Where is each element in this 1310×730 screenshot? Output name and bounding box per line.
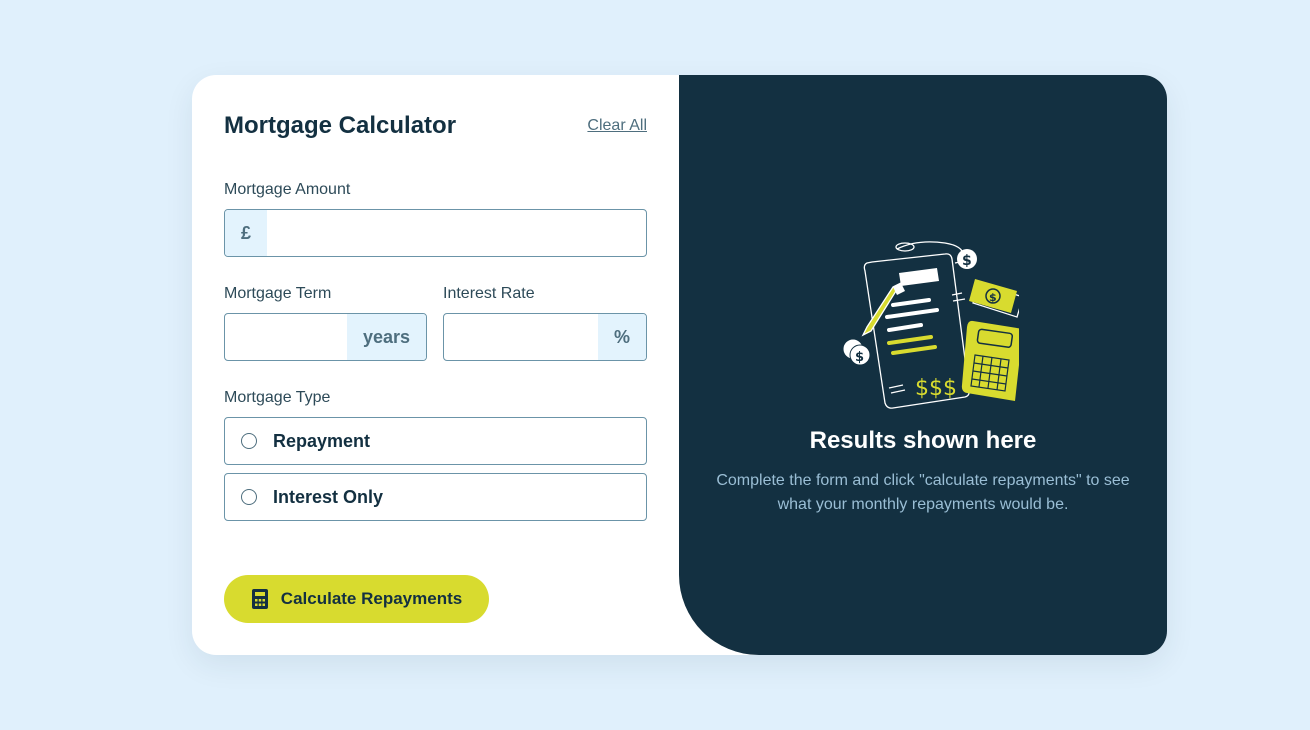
svg-text:$: $ [989,291,997,304]
calculator-form: Mortgage Calculator Clear All Mortgage A… [192,75,679,655]
currency-prefix: £ [225,210,268,256]
mortgage-term-group: Mortgage Term years [224,285,427,361]
calculate-repayments-label: Calculate Repayments [280,589,463,608]
svg-text:$$$: $$$ [915,376,957,401]
results-description: Complete the form and click "calculate r… [716,472,1130,513]
radio-circle-icon[interactable] [241,489,257,505]
mortgage-term-wrapper: years [224,313,427,361]
radio-label-repayment: Repayment [273,430,371,451]
mortgage-type-label: Mortgage Type [224,389,331,406]
interest-rate-input[interactable] [444,314,598,360]
clear-all-button[interactable]: Clear All [587,117,647,135]
mortgage-calculator-card: Mortgage Calculator Clear All Mortgage A… [192,75,1167,655]
interest-rate-group: Interest Rate % [443,285,647,361]
mortgage-amount-wrapper: £ [224,209,647,257]
form-header: Mortgage Calculator Clear All [224,108,647,144]
mortgage-amount-label: Mortgage Amount [224,181,351,198]
page-title: Mortgage Calculator [224,112,457,139]
calculate-repayments-button[interactable]: Calculate Repayments [224,575,489,623]
empty-results-illustration: $$$ $ $ $ [842,241,1019,409]
radio-circle-icon[interactable] [241,433,257,449]
radio-label-interest-only: Interest Only [273,486,384,507]
calculator-icon [251,588,269,610]
years-suffix: years [346,314,426,360]
interest-rate-label: Interest Rate [443,285,535,302]
percent-suffix: % [597,314,646,360]
results-title: Results shown here [809,427,1037,454]
svg-text:$: $ [855,350,864,365]
mortgage-type-group: Mortgage Type Repayment Interest Only [224,389,647,529]
mortgage-term-input[interactable] [225,314,347,360]
radio-option-interest-only[interactable]: Interest Only [224,473,647,521]
mortgage-term-label: Mortgage Term [224,285,332,302]
radio-option-repayment[interactable]: Repayment [224,417,647,465]
svg-text:$: $ [962,253,972,269]
mortgage-amount-group: Mortgage Amount £ [224,181,647,257]
results-panel: $$$ $ $ $ Results shown here Complete th… [679,75,1167,655]
interest-rate-wrapper: % [443,313,647,361]
mortgage-amount-input[interactable] [267,210,646,256]
